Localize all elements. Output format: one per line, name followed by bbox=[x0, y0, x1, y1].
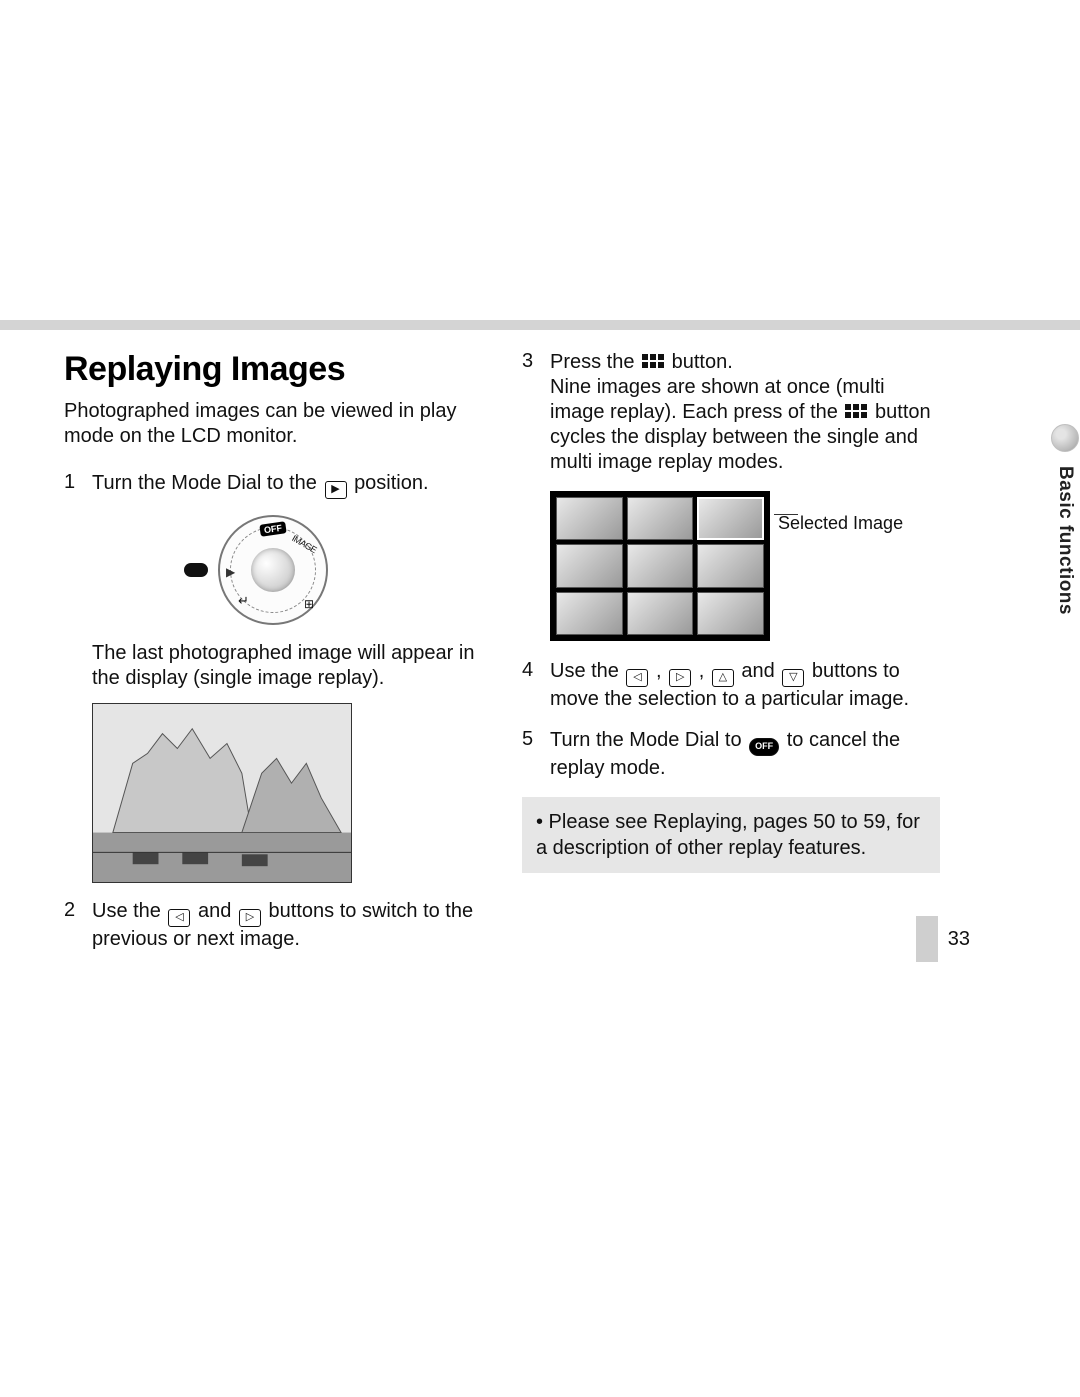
text-fragment: Use the bbox=[92, 900, 166, 922]
thumbnail bbox=[556, 592, 623, 635]
step-2: 2 Use the and buttons to switch to the p… bbox=[64, 899, 482, 952]
multi-replay-figure: Selected Image bbox=[550, 491, 940, 641]
step-body: Turn the Mode Dial to OFF to cancel the … bbox=[550, 728, 940, 781]
dial-center-icon bbox=[251, 548, 295, 592]
callout-text: Selected Image bbox=[778, 513, 903, 535]
thumbnail bbox=[697, 592, 764, 635]
thumbnail bbox=[556, 544, 623, 587]
dial-off-label: OFF bbox=[259, 521, 286, 537]
text-fragment: Nine images are shown at once (multi ima… bbox=[550, 376, 885, 423]
off-icon: OFF bbox=[749, 738, 779, 756]
right-arrow-icon bbox=[239, 909, 261, 927]
text-fragment: Press the bbox=[550, 351, 640, 373]
dial-play-label: ▶ bbox=[226, 565, 235, 579]
up-arrow-icon bbox=[712, 669, 734, 687]
mode-dial-icon: OFF ▶ IMAGE ⊞ ↵ bbox=[218, 515, 328, 625]
left-arrow-icon bbox=[168, 909, 190, 927]
page-number: 33 bbox=[948, 928, 970, 951]
step-5: 5 Turn the Mode Dial to OFF to cancel th… bbox=[522, 728, 940, 781]
text-fragment: , bbox=[656, 660, 667, 682]
step-number: 4 bbox=[522, 659, 536, 712]
text-fragment: button. bbox=[672, 351, 733, 373]
page-content: Replaying Images Photographed images can… bbox=[64, 350, 940, 968]
left-arrow-icon bbox=[626, 669, 648, 687]
step-body: Turn the Mode Dial to the position. bbox=[92, 471, 482, 499]
section-divider bbox=[0, 320, 1080, 330]
dial-lever-icon bbox=[184, 563, 208, 577]
step-4: 4 Use the , , and buttons to move the se… bbox=[522, 659, 940, 712]
thumbnail bbox=[556, 497, 623, 540]
step-number: 5 bbox=[522, 728, 536, 781]
thumbnail bbox=[697, 544, 764, 587]
dial-arrow-label: ↵ bbox=[238, 593, 249, 609]
thumbnail bbox=[627, 497, 694, 540]
callout: Selected Image bbox=[778, 491, 903, 641]
step-body: Use the and buttons to switch to the pre… bbox=[92, 899, 482, 952]
right-arrow-icon bbox=[669, 669, 691, 687]
step-body: Press the button. Nine images are shown … bbox=[550, 350, 940, 475]
step-body: Use the , , and buttons to move the sele… bbox=[550, 659, 940, 712]
step-number: 3 bbox=[522, 350, 536, 475]
thumbnail bbox=[627, 592, 694, 635]
multi-grid-icon bbox=[845, 404, 867, 420]
mode-dial-figure: OFF ▶ IMAGE ⊞ ↵ bbox=[64, 515, 482, 625]
thumbnail-selected bbox=[697, 497, 764, 540]
step-number: 1 bbox=[64, 471, 78, 499]
step-3: 3 Press the button. Nine images are show… bbox=[522, 350, 940, 475]
text-fragment: , bbox=[699, 660, 710, 682]
dial-image-label: IMAGE bbox=[291, 533, 319, 555]
multi-replay-grid bbox=[550, 491, 770, 641]
step-1-subtext: The last photographed image will appear … bbox=[92, 641, 482, 691]
section-label: Basic functions bbox=[1054, 466, 1076, 615]
text-fragment: Use the bbox=[550, 660, 624, 682]
page-number-bar bbox=[916, 916, 938, 962]
step-1: 1 Turn the Mode Dial to the position. bbox=[64, 471, 482, 499]
callout-leader-line bbox=[774, 491, 798, 515]
dial-stitch-label: ⊞ bbox=[304, 597, 314, 611]
multi-grid-icon bbox=[642, 354, 664, 370]
intro-text: Photographed images can be viewed in pla… bbox=[64, 399, 482, 449]
text-fragment: and bbox=[198, 900, 237, 922]
single-replay-photo bbox=[92, 703, 352, 883]
note-box: • Please see Replaying, pages 50 to 59, … bbox=[522, 797, 940, 873]
down-arrow-icon bbox=[782, 669, 804, 687]
side-tab: Basic functions bbox=[1050, 424, 1080, 644]
text-fragment: and bbox=[741, 660, 780, 682]
text-fragment: position. bbox=[354, 472, 429, 494]
page-number-block: 33 bbox=[916, 916, 970, 962]
tab-dot-icon bbox=[1051, 424, 1079, 452]
text-fragment: Turn the Mode Dial to bbox=[550, 729, 747, 751]
note-text: • Please see Replaying, pages 50 to 59, … bbox=[536, 811, 920, 859]
page-title: Replaying Images bbox=[64, 350, 482, 389]
play-icon bbox=[325, 481, 347, 499]
left-column: Replaying Images Photographed images can… bbox=[64, 350, 482, 968]
step-number: 2 bbox=[64, 899, 78, 952]
thumbnail bbox=[627, 544, 694, 587]
text-fragment: Turn the Mode Dial to the bbox=[92, 472, 323, 494]
right-column: 3 Press the button. Nine images are show… bbox=[522, 350, 940, 968]
